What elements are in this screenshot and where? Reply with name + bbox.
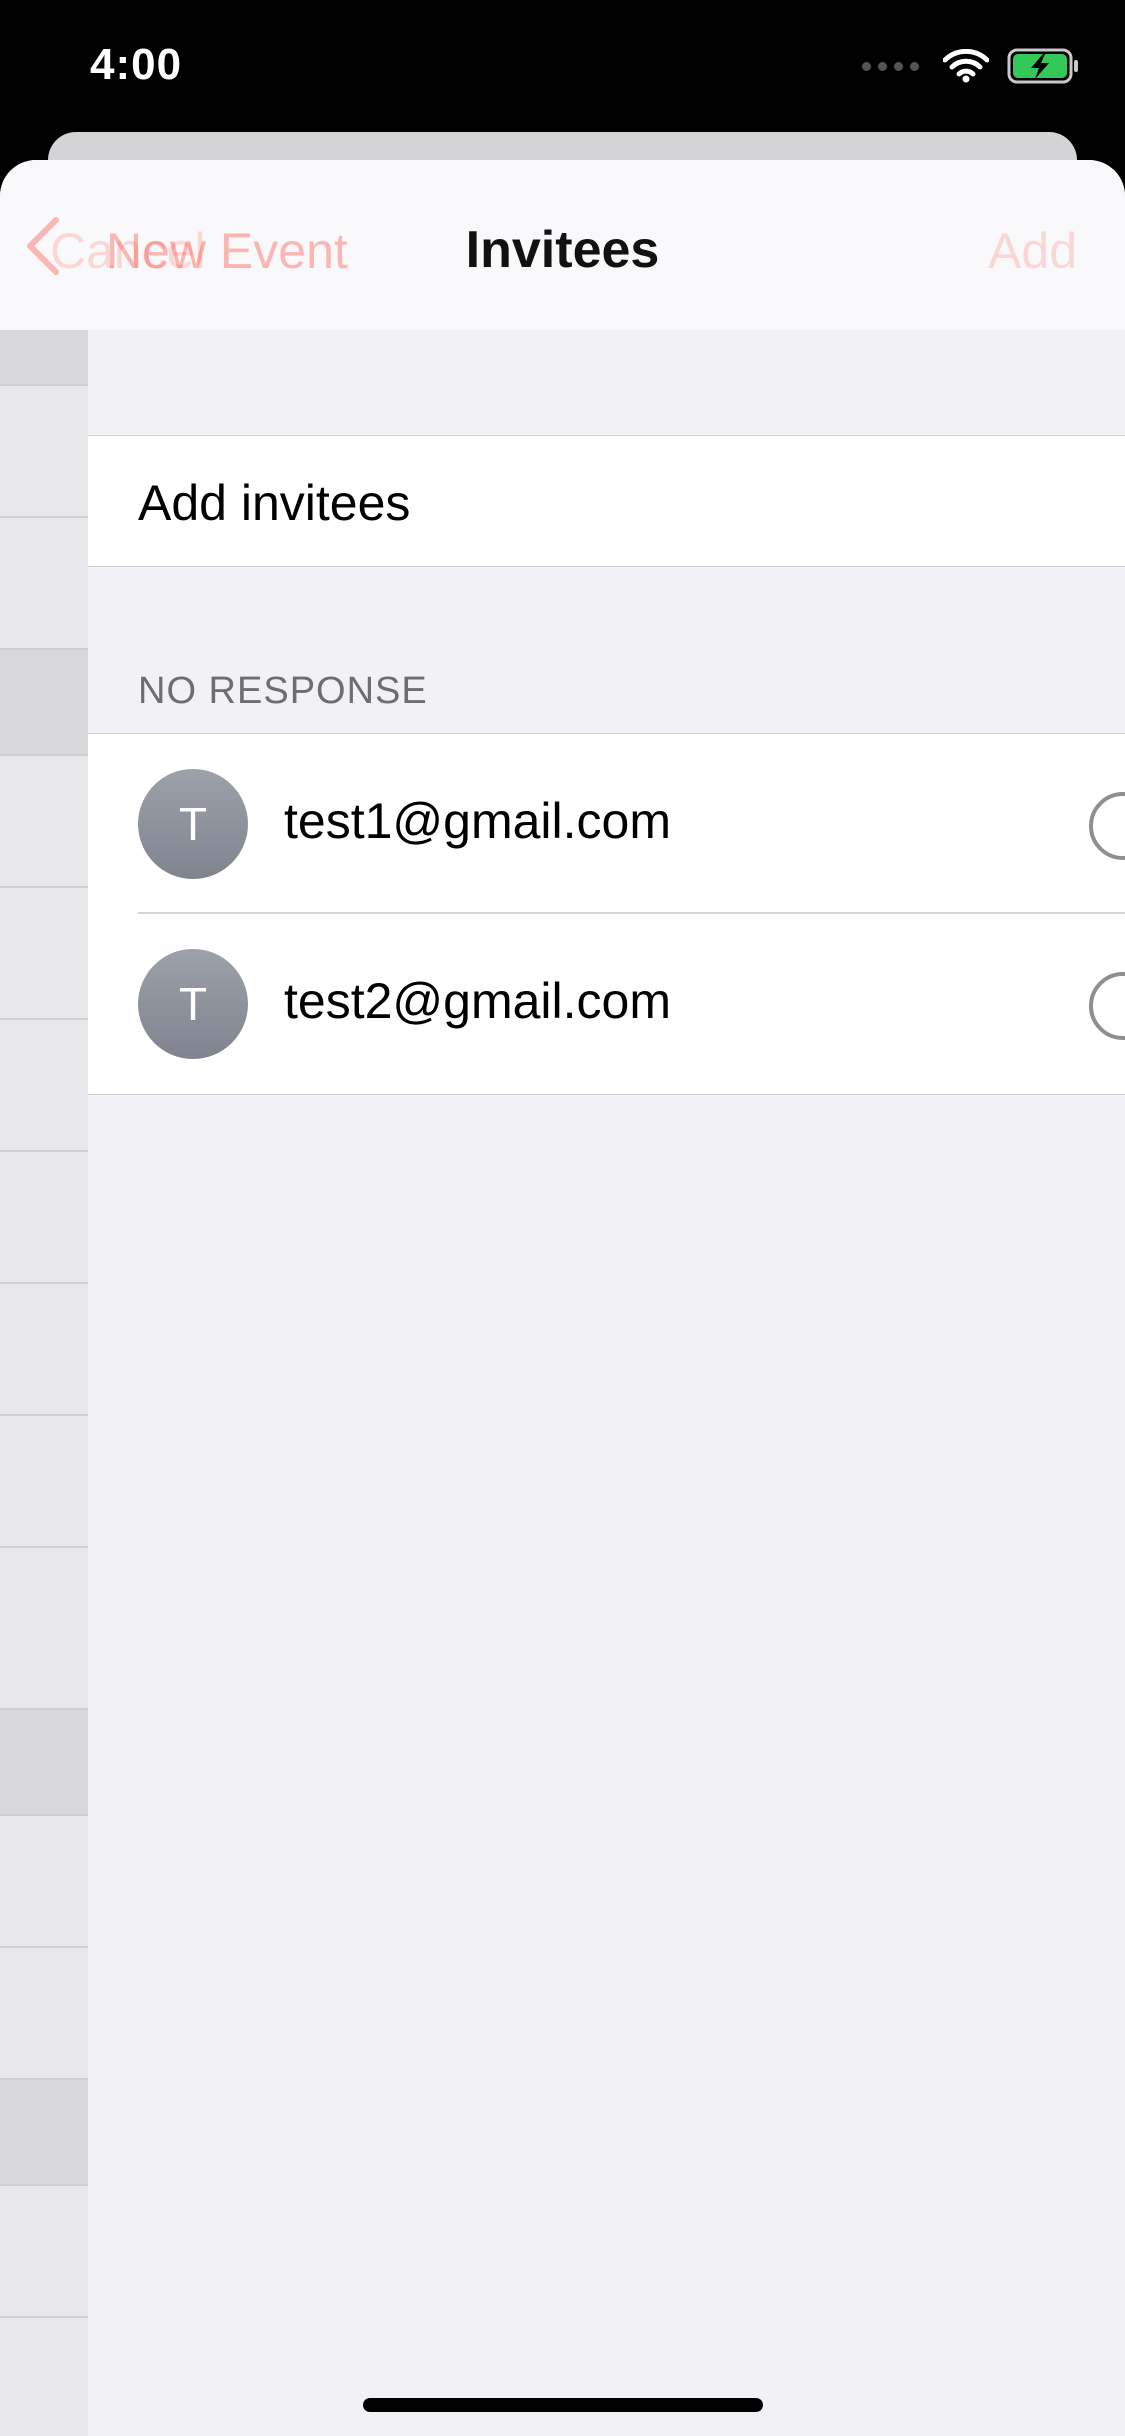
signal-dots-icon: [862, 61, 919, 71]
strip-block: [0, 648, 88, 754]
invitee-email: test1@gmail.com: [284, 793, 671, 849]
invitee-list: T test1@gmail.com T test2@gmail.com: [88, 733, 1125, 1095]
strip-divider: [0, 516, 88, 518]
strip-block: [0, 2078, 88, 2184]
status-icons: [862, 48, 1081, 84]
invitee-email: test2@gmail.com: [284, 973, 671, 1029]
underlying-calendar-strip: [0, 330, 88, 2436]
strip-divider: [0, 1282, 88, 1284]
add-invitees-label: Add invitees: [138, 475, 411, 531]
section-header-no-response: NO RESPONSE: [138, 670, 428, 712]
strip-divider: [0, 2184, 88, 2186]
info-icon[interactable]: [1089, 972, 1125, 1040]
strip-divider: [0, 754, 88, 756]
strip-divider: [0, 2078, 88, 2080]
strip-divider: [0, 2316, 88, 2318]
strip-block: [0, 330, 88, 384]
status-time: 4:00: [90, 40, 183, 89]
invitee-row[interactable]: T test1@gmail.com: [88, 734, 1125, 914]
wifi-icon: [943, 49, 989, 83]
status-bar: 4:00: [0, 0, 1125, 132]
home-indicator[interactable]: [363, 2398, 763, 2412]
strip-divider: [0, 886, 88, 888]
add-invitees-row[interactable]: Add invitees: [88, 435, 1125, 567]
strip-divider: [0, 384, 88, 386]
battery-charging-icon: [1007, 48, 1078, 84]
strip-divider: [0, 1018, 88, 1020]
page-title: Invitees: [465, 221, 660, 279]
strip-block: [0, 1708, 88, 1814]
strip-divider: [0, 1414, 88, 1416]
strip-divider: [0, 1150, 88, 1152]
avatar: T: [138, 769, 248, 879]
invitee-row[interactable]: T test2@gmail.com: [88, 914, 1125, 1094]
strip-divider: [0, 1546, 88, 1548]
strip-divider: [0, 648, 88, 650]
strip-divider: [0, 1814, 88, 1816]
invitees-sheet: Cancel New Event Invitees Add Add invite…: [0, 160, 1125, 2436]
strip-divider: [0, 1708, 88, 1710]
avatar: T: [138, 949, 248, 1059]
add-button[interactable]: Add: [988, 222, 1077, 280]
strip-divider: [0, 1946, 88, 1948]
navigation-bar: Cancel New Event Invitees Add: [0, 160, 1125, 332]
invitees-content: Add invitees NO RESPONSE T test1@gmail.c…: [88, 330, 1125, 2436]
info-icon[interactable]: [1089, 792, 1125, 860]
